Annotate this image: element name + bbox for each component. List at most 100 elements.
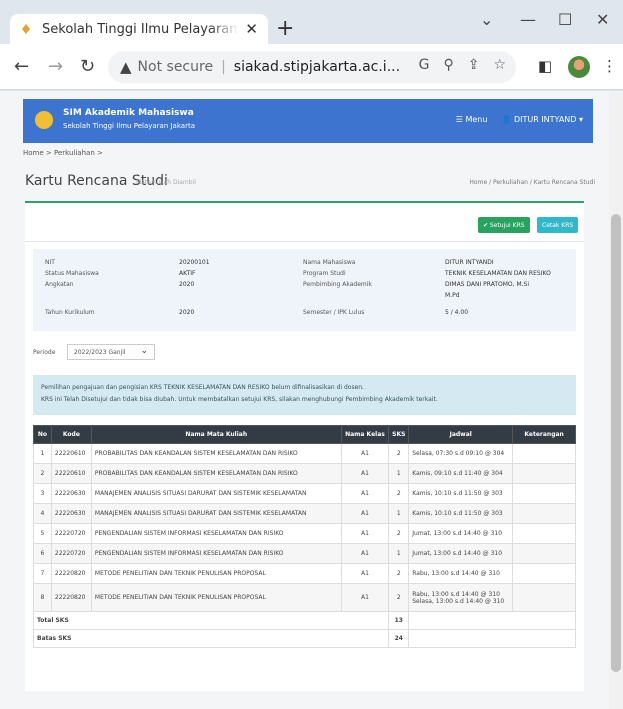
- zoom-icon[interactable]: ⚲: [443, 57, 453, 73]
- omnibox-icons: G ⚲ ⇪ ☆: [419, 57, 506, 73]
- browser-menu-icon[interactable]: ⋮: [602, 57, 617, 75]
- profile-avatar[interactable]: [568, 56, 590, 78]
- cell-sks: 1: [388, 503, 410, 524]
- alert-line-1: Pemilihan pengajuan dan pengisian KRS TE…: [41, 384, 364, 391]
- batas-sks-label: Batas SKS: [32, 629, 390, 648]
- info-value: AKTIF: [179, 270, 196, 277]
- cell-sks: 2: [388, 523, 410, 544]
- cell-keterangan: [512, 443, 576, 464]
- address-bar[interactable]: ▲ Not secure | siakad.stipjakarta.ac.i..…: [108, 51, 516, 83]
- new-tab-button[interactable]: +: [276, 16, 294, 41]
- table-header-row: No Kode Nama Mata Kuliah Nama Kelas SKS …: [33, 425, 576, 444]
- table-row: 6 22220720 PENGENDALIAN SISTEM INFORMASI…: [33, 543, 576, 564]
- krs-table: No Kode Nama Mata Kuliah Nama Kelas SKS …: [32, 425, 576, 648]
- cell-kelas: A1: [340, 523, 390, 544]
- cell-mata-kuliah: MANAJEMEN ANALISIS SITUASI DARURAT DAN S…: [90, 503, 342, 524]
- info-key: Semester / IPK Lulus: [303, 309, 365, 316]
- total-sks-row: Total SKS 13: [32, 611, 576, 630]
- user-menu-button[interactable]: 👤 DITUR INTYAND ▾: [501, 115, 583, 124]
- side-panel-icon[interactable]: ◧: [538, 57, 552, 75]
- info-value-continued: M.Pd: [445, 292, 460, 299]
- table-row: 5 22220720 PENGENDALIAN SISTEM INFORMASI…: [33, 523, 576, 544]
- cell-keterangan: [512, 503, 576, 524]
- chevron-down-icon: ⌄: [140, 346, 148, 356]
- reload-icon[interactable]: ↻: [80, 56, 95, 77]
- total-sks-value: 13: [388, 611, 410, 630]
- jadwal-line: Rabu, 13:00 s.d 14:40 @ 310: [412, 590, 500, 598]
- column-header: Nama Mata Kuliah: [90, 425, 342, 444]
- tab-close-icon[interactable]: ✕: [245, 20, 258, 38]
- cell-sks: 2: [388, 483, 410, 504]
- browser-tab[interactable]: Sekolah Tinggi Ilmu Pelayaran Ja ✕: [10, 14, 268, 44]
- cell-mata-kuliah: PROBABILITAS DAN KEANDALAN SISTEM KESELA…: [90, 463, 342, 484]
- cell-kode: 22220630: [50, 503, 92, 524]
- close-window-button[interactable]: ✕: [596, 10, 609, 29]
- cell-kode: 22220630: [50, 483, 92, 504]
- cell-kelas: A1: [340, 463, 390, 484]
- cell-no: 1: [33, 443, 52, 464]
- info-value: 2020: [179, 309, 195, 316]
- share-icon[interactable]: ⇪: [468, 57, 480, 73]
- cell-kelas: A1: [340, 443, 390, 464]
- google-icon[interactable]: G: [419, 57, 430, 73]
- browser-tab-bar: Sekolah Tinggi Ilmu Pelayaran Ja ✕ + ⌄ —…: [0, 0, 623, 44]
- breadcrumb[interactable]: Home > Perkuliahan >: [23, 149, 103, 157]
- cell-no: 5: [33, 523, 52, 544]
- tab-search-chevron-icon[interactable]: ⌄: [480, 10, 493, 29]
- back-arrow-icon[interactable]: ←: [14, 56, 29, 77]
- cell-mata-kuliah: MANAJEMEN ANALISIS SITUASI DARURAT DAN S…: [90, 483, 342, 504]
- cell-kode: 22220720: [50, 543, 92, 564]
- cell-kode: 22220820: [50, 583, 92, 612]
- cell-mata-kuliah: PENGENDALIAN SISTEM INFORMASI KESELAMATA…: [90, 523, 342, 544]
- school-logo-icon: [35, 111, 53, 129]
- info-key: Nama Mahasiswa: [303, 259, 356, 266]
- cell-no: 3: [33, 483, 52, 504]
- maximize-button[interactable]: ☐: [558, 10, 572, 29]
- page-subtitle: Mata Kuliah Diambil: [136, 179, 196, 186]
- cell-kode: 22220610: [50, 463, 92, 484]
- cell-kode: 22220720: [50, 523, 92, 544]
- info-value: 2020: [179, 281, 195, 288]
- cell-keterangan: [512, 463, 576, 484]
- info-alert: Pemilihan pengajuan dan pengisian KRS TE…: [33, 375, 576, 415]
- column-header: Kode: [50, 425, 92, 444]
- cell-kelas: A1: [340, 503, 390, 524]
- info-key: Status Mahasiswa: [45, 270, 99, 277]
- cell-sks: 2: [388, 583, 410, 612]
- column-header: No: [33, 425, 52, 444]
- menu-button[interactable]: ☰ Menu: [456, 115, 488, 124]
- user-label: DITUR INTYAND: [513, 115, 577, 124]
- site-favicon-icon: [20, 23, 32, 35]
- cell-jadwal: Jumat, 13:00 s.d 14:40 @ 310: [408, 543, 514, 564]
- page-breadcrumb[interactable]: Home / Perkuliahan / Kartu Rencana Studi: [469, 179, 595, 186]
- cell-keterangan: [512, 483, 576, 504]
- forward-arrow-icon[interactable]: →: [48, 56, 63, 77]
- minimize-button[interactable]: —: [520, 10, 536, 29]
- total-sks-filler: [408, 611, 576, 630]
- info-value: DIMAS DANI PRATOMO, M.Si: [445, 281, 530, 288]
- info-value: DITUR INTYANDI: [445, 259, 494, 266]
- brand-title: SIM Akademik Mahasiswa: [63, 108, 194, 118]
- column-header: SKS: [388, 425, 410, 444]
- periode-value: 2022/2023 Ganjil: [74, 348, 126, 356]
- cell-jadwal: Kamis, 10:10 s.d 11:50 @ 303: [408, 483, 514, 504]
- scrollbar-thumb[interactable]: [611, 214, 621, 672]
- cell-sks: 1: [388, 543, 410, 564]
- bookmark-star-icon[interactable]: ☆: [493, 57, 506, 73]
- url-text[interactable]: siakad.stipjakarta.ac.i...: [234, 59, 400, 75]
- cell-kelas: A1: [340, 583, 390, 612]
- jadwal-line: Selasa, 13:00 s.d 14:40 @ 310: [412, 597, 505, 605]
- periode-select[interactable]: 2022/2023 Ganjil ⌄: [67, 344, 155, 360]
- table-row: 4 22220630 MANAJEMEN ANALISIS SITUASI DA…: [33, 503, 576, 524]
- card-divider: [25, 241, 584, 242]
- cell-keterangan: [512, 543, 576, 564]
- not-secure-label[interactable]: Not secure: [138, 59, 214, 75]
- info-value: 20200101: [179, 259, 210, 266]
- page-scrollbar[interactable]: [609, 91, 623, 709]
- cell-kelas: A1: [340, 563, 390, 584]
- browser-toolbar: ← → ↻ ▲ Not secure | siakad.stipjakarta.…: [0, 44, 623, 90]
- brand-subtitle: Sekolah Tinggi Ilmu Pelayaran Jakarta: [63, 122, 195, 130]
- print-krs-button[interactable]: Cetak KRS: [537, 217, 579, 233]
- approve-krs-button[interactable]: ✔ Setujui KRS: [478, 217, 530, 233]
- cell-kode: 22220610: [50, 443, 92, 464]
